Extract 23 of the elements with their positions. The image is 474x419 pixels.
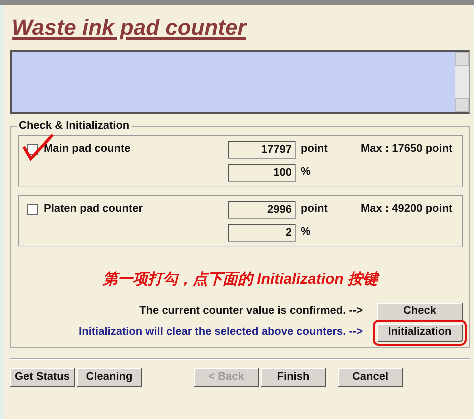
footer-button[interactable]: Cleaning	[77, 368, 142, 387]
footer-button[interactable]: Finish	[261, 368, 326, 387]
footer-button[interactable]: Cancel	[338, 368, 403, 387]
counter-field: 17797	[228, 140, 296, 158]
unit-label: point	[301, 202, 329, 218]
max-label: Max : 17650 point	[361, 142, 453, 158]
max-label: Max : 49200 point	[361, 202, 453, 218]
counter-field: 2996	[228, 200, 296, 218]
checkbox[interactable]	[27, 204, 38, 215]
footer-button[interactable]: Get Status	[10, 368, 75, 387]
unit-label: point	[301, 142, 329, 158]
instruction-text: Initialization will clear the selected above counters. -->	[79, 325, 363, 340]
action-button[interactable]: Check	[377, 302, 463, 320]
percent-field: 2	[228, 224, 296, 242]
page-title: Waste ink pad counter	[12, 14, 246, 42]
percent-field: 100	[228, 164, 296, 182]
instruction-text: The current counter value is confirmed. -->	[140, 304, 363, 320]
scroll-bar[interactable]	[455, 52, 469, 112]
unit-label: %	[301, 225, 312, 240]
unit-label: %	[301, 165, 312, 180]
annotation-text: 第一项打勾，点下面的 Initialization 按键	[102, 270, 381, 290]
checkbox-label: Main pad counte	[44, 142, 132, 158]
checkbox-label: Platen pad counter	[44, 202, 144, 218]
